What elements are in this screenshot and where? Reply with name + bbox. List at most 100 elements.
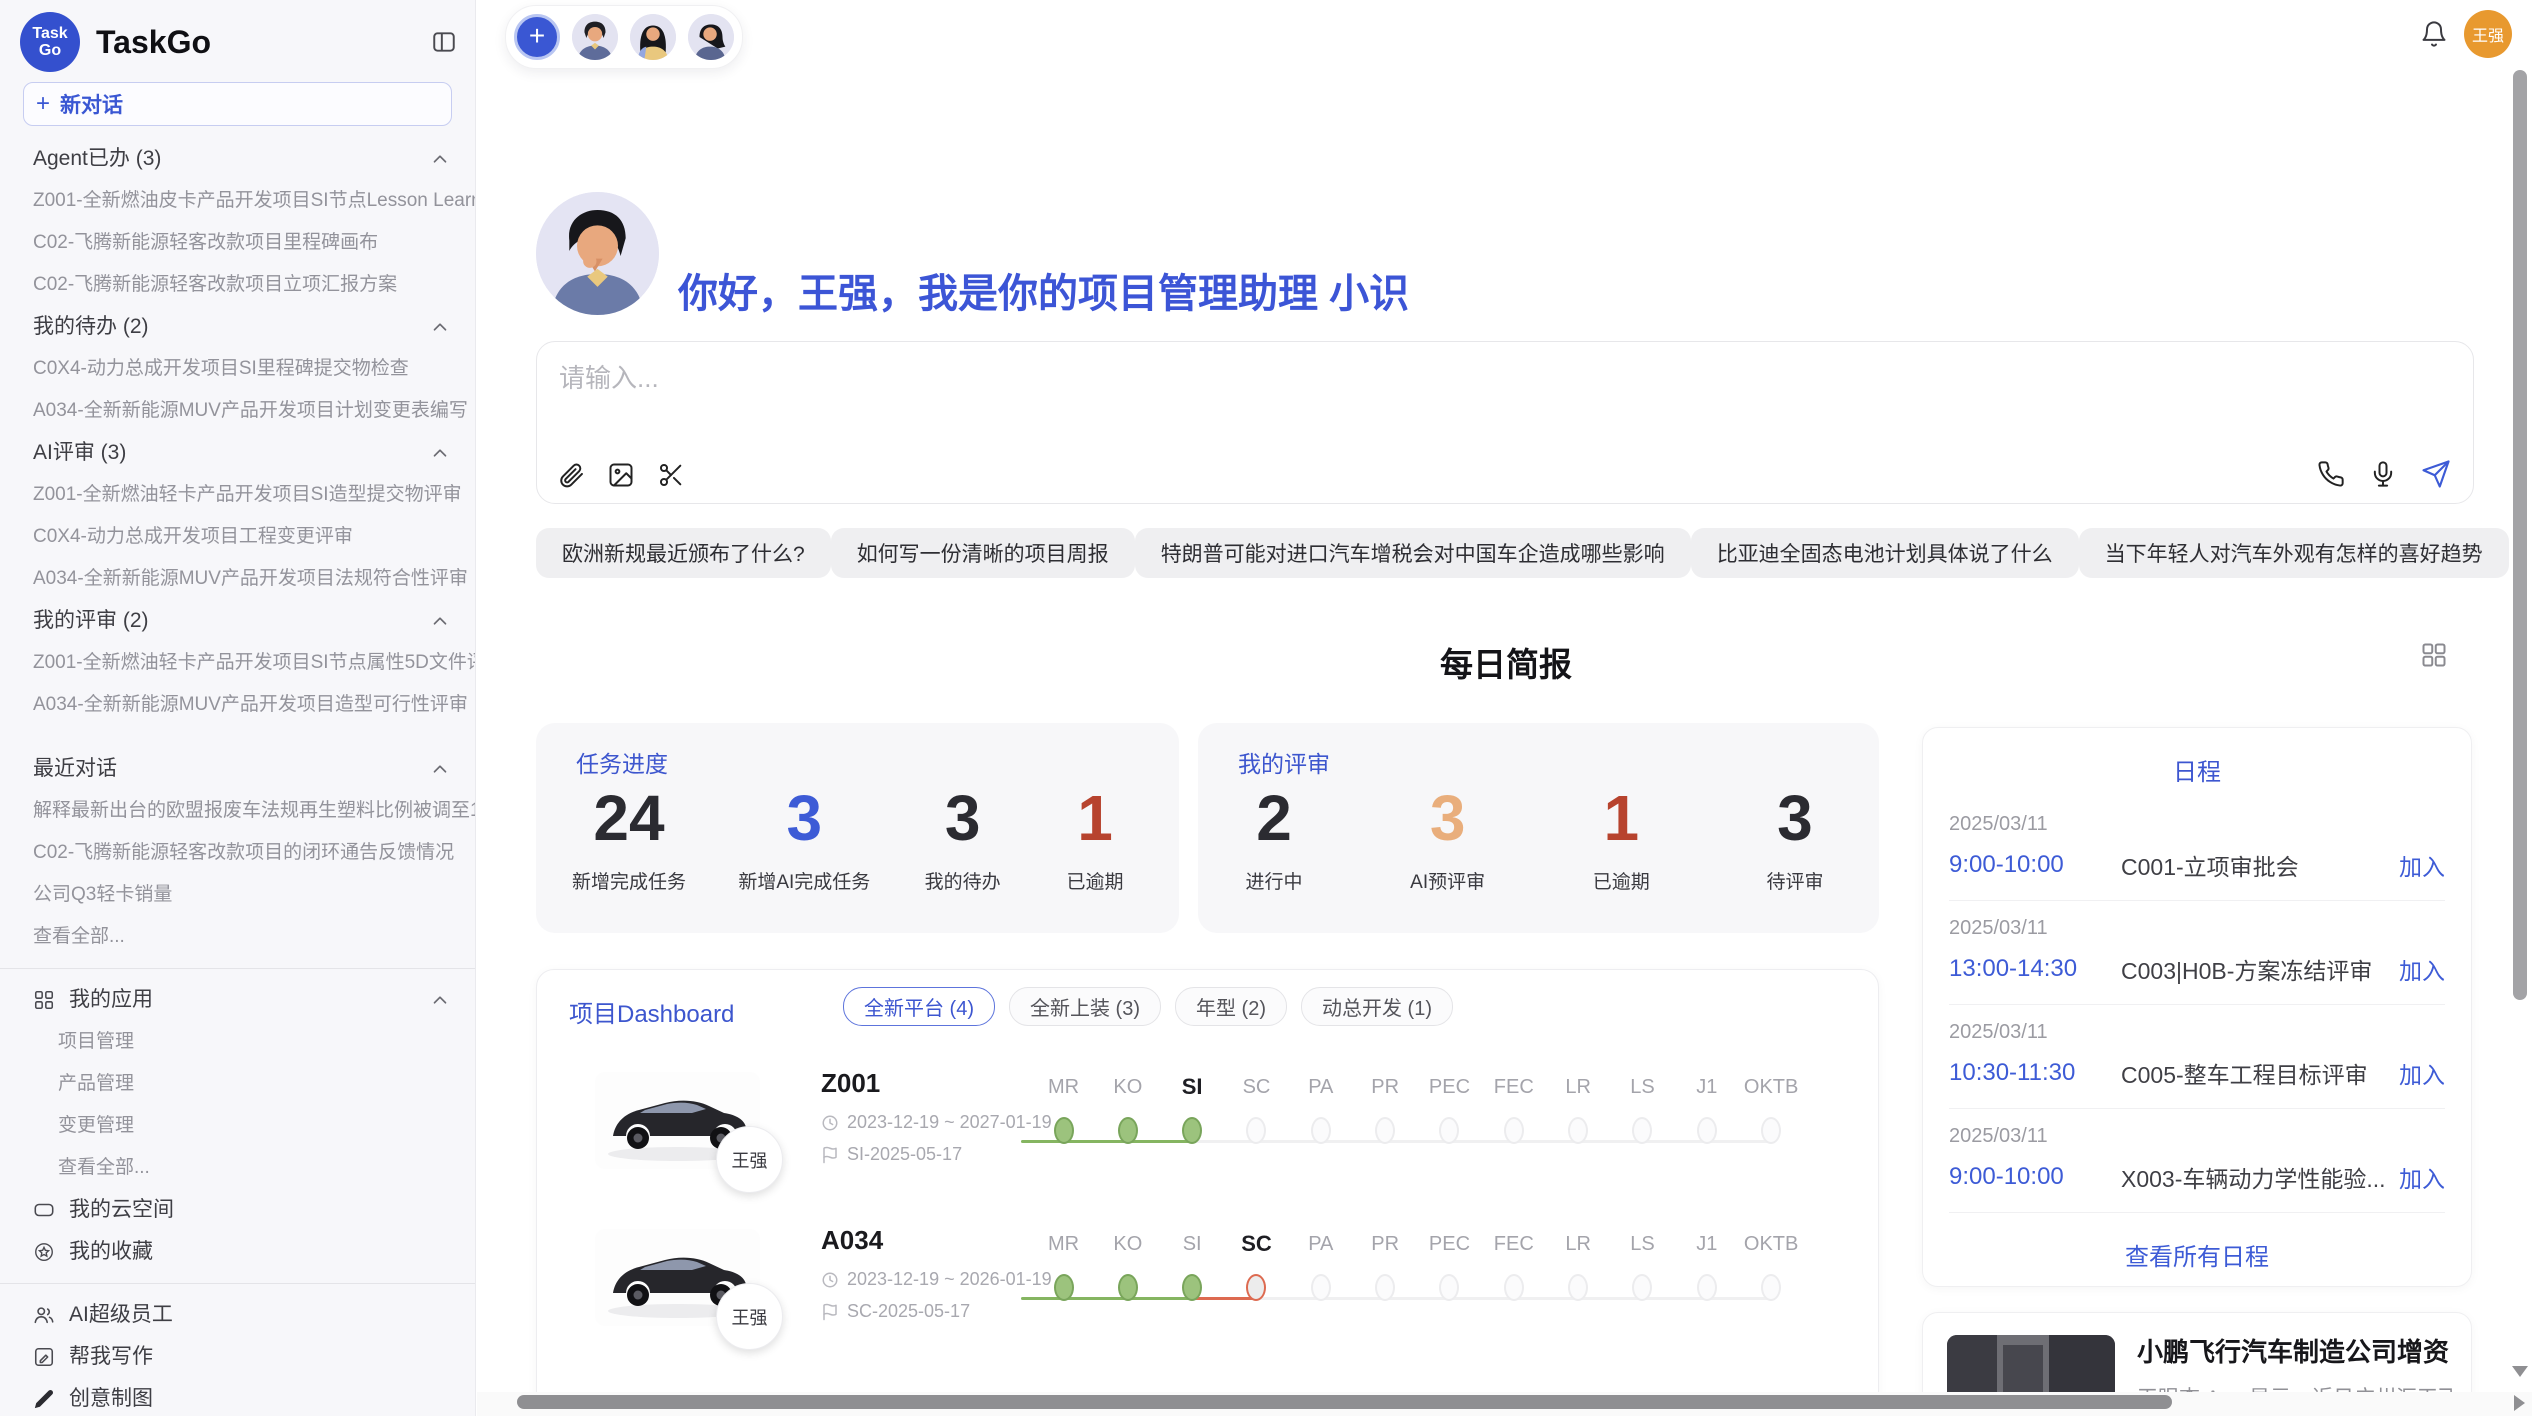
milestone: SC [1224, 1073, 1289, 1144]
join-meeting-link[interactable]: 加入 [2399, 1160, 2445, 1194]
sidebar-task-item[interactable]: Z001-全新燃油轻卡产品开发项目SI节点属性5D文件评审 [0, 642, 475, 684]
sidebar-task-item[interactable]: C02-飞腾新能源轻客改款项目里程碑画布 [0, 222, 475, 264]
bell-icon[interactable] [2420, 20, 2448, 48]
sidebar-item-ai-staff[interactable]: AI超级员工 [0, 1294, 475, 1336]
recent-conversation-item[interactable]: 解释最新出台的欧盟报废车法规再生塑料比例被调至15%... [0, 790, 475, 832]
add-assistant-button[interactable]: + [514, 14, 560, 60]
sidebar-item-writing[interactable]: 帮我写作 [0, 1336, 475, 1378]
sidebar-task-item[interactable]: C02-飞腾新能源轻客改款项目立项汇报方案 [0, 264, 475, 306]
sidebar-task-item[interactable]: C0X4-动力总成开发项目SI里程碑提交物检查 [0, 348, 475, 390]
teammate-avatar-3[interactable] [688, 14, 734, 60]
stat-value: 3 [923, 781, 1003, 855]
join-meeting-link[interactable]: 加入 [2399, 848, 2445, 882]
stat-value: 3 [738, 781, 870, 855]
schedule-event: 2025/03/1110:30-11:30C005-整车工程目标评审加入 [1949, 1005, 2445, 1109]
schedule-event-time: 9:00-10:00 [1949, 851, 2121, 879]
send-icon[interactable] [2421, 459, 2451, 489]
chat-input[interactable] [557, 356, 2261, 430]
sidebar-lists: Agent已办 (3)Z001-全新燃油皮卡产品开发项目SI节点Lesson L… [0, 138, 475, 1416]
panel-collapse-icon[interactable] [429, 27, 459, 57]
milestone: KO [1095, 1230, 1160, 1301]
user-avatar[interactable]: 王强 [2464, 10, 2512, 58]
milestone-node [1118, 1274, 1138, 1301]
teammate-avatar-2[interactable] [630, 14, 676, 60]
project-code: Z001 [821, 1068, 880, 1099]
scroll-down-arrow-icon[interactable] [2512, 1366, 2528, 1377]
join-meeting-link[interactable]: 加入 [2399, 952, 2445, 986]
milestone-label: LS [1610, 1230, 1675, 1258]
stat-item: 3 我的待办 [923, 781, 1003, 894]
milestone-node [1054, 1117, 1074, 1144]
vertical-scrollbar-thumb[interactable] [2513, 70, 2527, 1000]
app-menu-item[interactable]: 项目管理 [0, 1021, 475, 1063]
milestone-label: KO [1095, 1073, 1160, 1101]
recent-conversation-item[interactable]: C02-飞腾新能源轻客改款项目的闭环通告反馈情况 [0, 832, 475, 874]
recent-conversation-item[interactable]: 公司Q3轻卡销量 [0, 874, 475, 916]
schedule-event-row: 10:30-11:30C005-整车工程目标评审加入 [1949, 1056, 2445, 1090]
sidebar-task-item[interactable]: A034-全新新能源MUV产品开发项目计划变更表编写 [0, 390, 475, 432]
paperclip-icon[interactable] [557, 461, 585, 489]
scissors-icon[interactable] [657, 461, 685, 489]
sidebar-section-header[interactable]: 我的评审 (2) [0, 600, 475, 642]
sidebar-item-label: 我的应用 [69, 979, 421, 1021]
teammate-avatar-1[interactable] [572, 14, 618, 60]
sidebar-item-favorites[interactable]: 我的收藏 [0, 1231, 475, 1273]
suggestion-chip[interactable]: 欧洲新规最近颁布了什么? [536, 528, 831, 578]
phone-icon[interactable] [2317, 460, 2345, 488]
chevron-up-icon [429, 610, 451, 632]
sidebar-section-header[interactable]: AI评审 (3) [0, 432, 475, 474]
suggestion-chip[interactable]: 如何写一份清晰的项目周报 [831, 528, 1135, 578]
horizontal-scrollbar-track[interactable] [477, 1392, 2532, 1416]
stat-item: 3AI预评审 [1408, 781, 1488, 894]
milestone-label: LR [1546, 1230, 1611, 1258]
milestone-label: J1 [1674, 1230, 1739, 1258]
view-all-conversations-link[interactable]: 查看全部... [0, 916, 475, 958]
new-chat-button[interactable]: + 新对话 [23, 82, 452, 126]
sidebar-task-item[interactable]: Z001-全新燃油皮卡产品开发项目SI节点Lesson Learn报告 [0, 180, 475, 222]
assistant-avatar [536, 192, 659, 315]
milestone-node [1439, 1117, 1459, 1144]
milestone-node [1311, 1274, 1331, 1301]
milestone: J1 [1674, 1073, 1739, 1144]
project-milestone-flag: SC-2025-05-17 [847, 1301, 970, 1322]
sidebar-task-item[interactable]: A034-全新新能源MUV产品开发项目法规符合性评审 [0, 558, 475, 600]
view-all-apps-link[interactable]: 查看全部... [0, 1147, 475, 1189]
dashboard-tab[interactable]: 全新上装 (3) [1009, 987, 1161, 1026]
sidebar-item-label: 帮我写作 [69, 1336, 451, 1378]
scroll-right-arrow-icon[interactable] [2514, 1395, 2525, 1411]
sidebar-task-item[interactable]: C0X4-动力总成开发项目工程变更评审 [0, 516, 475, 558]
sidebar-item-my-apps[interactable]: 我的应用 [0, 979, 475, 1021]
app-menu-item[interactable]: 产品管理 [0, 1063, 475, 1105]
join-meeting-link[interactable]: 加入 [2399, 1056, 2445, 1090]
dashboard-tab[interactable]: 动总开发 (1) [1301, 987, 1453, 1026]
sidebar-section-header[interactable]: 我的待办 (2) [0, 306, 475, 348]
stat-item: 3待评审 [1755, 781, 1835, 894]
dashboard-tab[interactable]: 全新平台 (4) [843, 987, 995, 1026]
app-menu-item[interactable]: 变更管理 [0, 1105, 475, 1147]
suggestion-chip[interactable]: 当下年轻人对汽车外观有怎样的喜好趋势 [2079, 528, 2509, 578]
sidebar-task-item[interactable]: Z001-全新燃油轻卡产品开发项目SI造型提交物评审 [0, 474, 475, 516]
schedule-event: 2025/03/1113:00-14:30C003|H0B-方案冻结评审加入 [1949, 901, 2445, 1005]
stat-label: 我的待办 [923, 867, 1003, 894]
sidebar-item-creative-drawing[interactable]: 创意制图 [0, 1378, 475, 1416]
sidebar-item-cloud-space[interactable]: 我的云空间 [0, 1189, 475, 1231]
sidebar-section-header[interactable]: 最近对话 [0, 748, 475, 790]
view-all-schedule-link[interactable]: 查看所有日程 [1923, 1237, 2471, 1272]
sidebar-section-label: 我的待办 (2) [33, 306, 421, 348]
milestone-label: FEC [1481, 1230, 1546, 1258]
sidebar-task-item[interactable]: A034-全新新能源MUV产品开发项目造型可行性评审 [0, 684, 475, 726]
stat-label: 待评审 [1755, 867, 1835, 894]
milestone: J1 [1674, 1230, 1739, 1301]
dashboard-tab[interactable]: 年型 (2) [1175, 987, 1287, 1026]
sidebar-logo-row: Task Go TaskGo [0, 0, 475, 76]
image-icon[interactable] [607, 461, 635, 489]
stat-label: 已逾期 [1581, 867, 1661, 894]
mic-icon[interactable] [2369, 460, 2397, 488]
suggestion-chip[interactable]: 特朗普可能对进口汽车增税会对中国车企造成哪些影响 [1135, 528, 1691, 578]
horizontal-scrollbar-thumb[interactable] [517, 1395, 2172, 1409]
apps-grid-icon [33, 989, 55, 1011]
suggestion-chip[interactable]: 比亚迪全固态电池计划具体说了什么 [1691, 528, 2079, 578]
sidebar-section-header[interactable]: Agent已办 (3) [0, 138, 475, 180]
my-review-card: 我的评审 2进行中3AI预评审1已逾期3待评审 [1198, 723, 1879, 933]
layout-grid-icon[interactable] [2420, 641, 2448, 669]
